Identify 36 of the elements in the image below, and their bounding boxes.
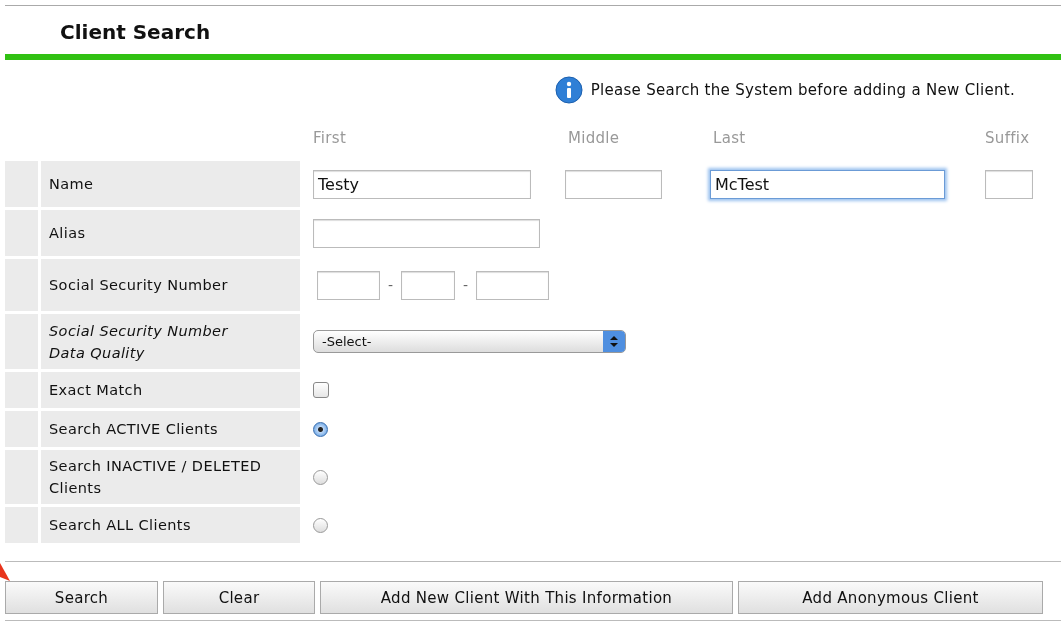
field-label: Search ACTIVE Clients (49, 420, 218, 439)
action-button[interactable]: Add Anonymous Client (738, 581, 1043, 614)
column-header: Last (712, 129, 746, 147)
name-field[interactable] (565, 169, 662, 199)
ssn-field[interactable] (401, 270, 456, 300)
action-button[interactable]: Search (5, 581, 158, 614)
info-icon (554, 76, 583, 104)
column-header: Suffix (985, 129, 1030, 147)
ssn-field[interactable] (317, 270, 380, 300)
field-label: Social Security Number (49, 276, 228, 295)
field-label: Alias (49, 224, 86, 243)
alias-field[interactable] (313, 218, 540, 248)
column-header: First (313, 129, 347, 147)
separator: - (388, 277, 394, 293)
field-label: Search INACTIVE / DELETED Clients (49, 457, 263, 498)
ssn-field[interactable] (476, 270, 550, 300)
name-field[interactable]: McTest (710, 169, 945, 199)
select-arrows-icon (603, 331, 625, 352)
radio-button[interactable] (313, 421, 328, 437)
name-field[interactable] (985, 169, 1033, 199)
name-field[interactable]: Testy (313, 169, 531, 199)
field-label: Name (49, 175, 94, 194)
action-button[interactable]: Add New Client With This Information (320, 581, 733, 614)
field-label: Social Security Number Data Quality (49, 321, 229, 363)
pointer-arrow-icon (0, 563, 12, 583)
notice-text: Please Search the System before adding a New Client. (590, 81, 1015, 99)
data-quality-select[interactable]: -Select- (313, 330, 626, 353)
radio-button[interactable] (313, 469, 328, 485)
checkbox[interactable] (313, 382, 329, 398)
field-label: Search ALL Clients (49, 516, 191, 535)
radio-button[interactable] (313, 517, 328, 533)
separator: - (463, 277, 469, 293)
action-button[interactable]: Clear (163, 581, 315, 614)
field-label: Exact Match (49, 381, 143, 400)
page-title: Client Search (59, 19, 212, 46)
column-header: Middle (567, 129, 620, 147)
